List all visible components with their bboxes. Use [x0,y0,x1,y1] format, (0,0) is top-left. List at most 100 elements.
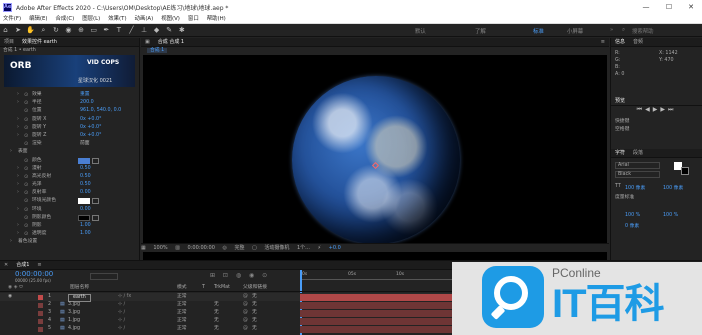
layer-duration-bar[interactable] [300,317,452,325]
layer-name[interactable]: 1.jpg [68,317,80,325]
pick-whip-icon[interactable]: @ [243,325,248,333]
stroke-color-swatch[interactable] [681,167,689,175]
menu-layer[interactable]: 图层(L) [82,15,100,24]
effect-row[interactable]: › ⊙ 透明度 1.00 [0,230,139,238]
menu-window[interactable]: 窗口 [188,15,199,24]
layer-parent[interactable]: 无 [252,325,257,333]
layer-trkmat[interactable]: 无 [214,301,219,309]
eraser-tool-icon[interactable]: ◆ [152,26,161,35]
effect-row[interactable]: ⊙ 位置 961.0, 540.0, 0.0 [0,107,139,115]
layer-duration-bar[interactable] [300,293,452,301]
effect-row[interactable]: › ⊙ 高光反射 0.50 [0,173,139,181]
more-workspaces-icon[interactable]: » [610,27,613,33]
menu-help[interactable]: 帮助(H) [207,15,226,24]
layer-switches-icon[interactable]: ⊹ ∕ fx [118,293,131,301]
minimize-icon[interactable]: — [635,2,657,13]
last-frame-icon[interactable]: ⏭ [668,106,676,113]
layer-duration-bar[interactable] [300,309,452,317]
font-style-select[interactable]: Black [615,171,660,178]
exposure-value[interactable]: +0.0 [329,244,341,253]
effect-row[interactable]: › ⊙ 旋转 X 0x +0.0° [0,116,139,124]
effect-row[interactable]: ⊙ 渲染 前面 [0,140,139,148]
zoom-tool-icon[interactable]: ⌕ [39,26,48,35]
puppet-tool-icon[interactable]: ✱ [177,26,186,35]
kerning-select[interactable]: 度量标准 [615,193,634,200]
pan-behind-tool-icon[interactable]: ⊕ [77,26,86,35]
tab-effect-controls[interactable]: 效果控件 earth [18,38,61,46]
tab-project[interactable]: 项目 [0,38,18,46]
workspace-standard[interactable]: 标准 [533,27,544,35]
effect-row[interactable]: › ⊙ 反射率 0.00 [0,189,139,197]
effect-row[interactable]: › ⊙ 半径 200.0 [0,99,139,107]
layer-mode[interactable]: 正常 [177,293,187,301]
effect-row[interactable]: › ⊙ 旋转 Y 0x +0.0° [0,124,139,132]
eyedropper-icon[interactable] [92,198,99,205]
visibility-icon[interactable]: ◉ [8,293,12,301]
grid-toggle-icon[interactable]: ▦ [141,244,146,253]
layer-mode[interactable]: 正常 [177,317,187,325]
menu-edit[interactable]: 编辑(E) [29,15,47,24]
effect-row[interactable]: ⊙ 阴影颜色 [0,214,139,222]
pick-whip-icon[interactable]: @ [243,293,248,301]
menu-animation[interactable]: 动画(A) [135,15,154,24]
search-help-input[interactable]: 搜索帮助 [632,27,654,35]
layer-parent[interactable]: 无 [252,301,257,309]
effect-row[interactable]: ⊙ 环境光颜色 [0,197,139,205]
layer-mode[interactable]: 正常 [177,301,187,309]
layer-trkmat[interactable]: 无 [214,317,219,325]
time-ruler[interactable]: 0s 05s 10s [300,271,452,280]
layer-parent[interactable]: 无 [252,309,257,317]
layer-row[interactable]: 5 ▤ 4.jpg ⊹ ∕ 正常 无 @ 无 [0,325,452,333]
label-color-swatch[interactable] [38,294,43,300]
layer-trkmat[interactable]: 无 [214,309,219,317]
font-select[interactable]: Arial [615,162,660,169]
pick-whip-icon[interactable]: @ [243,309,248,317]
font-size-value[interactable]: 100 像素 [625,184,645,191]
workspace-small-screen[interactable]: 小屏幕 [567,27,583,35]
view-layout-select[interactable]: 1个... [297,244,310,253]
menu-effect[interactable]: 效果(T) [108,15,126,24]
tab-comp-1-timeline[interactable]: 合成1 [12,261,33,269]
hand-tool-icon[interactable]: ✋ [26,26,35,35]
eyedropper-icon[interactable] [92,157,99,164]
effect-row[interactable]: › ⊙ 阴影 1.00 [0,222,139,230]
tab-info[interactable]: 信息 [611,38,629,46]
effect-row[interactable]: › ⊙ 旋转 Z 0x +0.0° [0,132,139,140]
rotate-tool-icon[interactable]: ↻ [51,26,60,35]
layer-row[interactable]: ◉ 1 earth ⊹ ∕ fx 正常 @ 无 [0,293,452,302]
layer-mode[interactable]: 正常 [177,309,187,317]
selection-tool-icon[interactable]: ➤ [14,26,23,35]
layer-switches-icon[interactable]: ⊹ ∕ [118,317,125,325]
label-color-swatch[interactable] [38,326,43,332]
timecode-display[interactable]: 0:00:00:00 [188,244,215,253]
rectangle-tool-icon[interactable]: ▭ [89,26,98,35]
type-tool-icon[interactable]: T [114,26,123,35]
layer-name[interactable]: 3.jpg [68,309,80,317]
workspace-learn[interactable]: 了解 [475,27,486,35]
camera-select[interactable]: 活动摄像机 [264,244,289,253]
effect-row[interactable]: › ⊙ 漫射 0.50 [0,165,139,173]
next-frame-icon[interactable]: ▶ [660,106,668,113]
layer-name[interactable]: 3.jpg [68,301,80,309]
home-icon[interactable]: ⌂ [1,26,10,35]
timeline-menu-icon[interactable]: ≡ [33,261,45,269]
color-swatch[interactable] [78,214,90,221]
first-frame-icon[interactable]: ⏮ [637,106,645,113]
prev-frame-icon[interactable]: ◀ [645,106,653,113]
horizontal-scale-value[interactable]: 100 % [663,213,678,218]
layer-row[interactable]: 3 ▤ 3.jpg ⊹ ∕ 正常 无 @ 无 [0,309,452,317]
effect-row[interactable]: ⊙ 颜色 [0,157,139,165]
pen-tool-icon[interactable]: ✒ [102,26,111,35]
close-tab-icon[interactable]: ✕ [0,261,12,269]
layer-mode[interactable]: 正常 [177,325,187,333]
brush-tool-icon[interactable]: ╱ [127,26,136,35]
layer-switches-icon[interactable]: ⊹ ∕ [118,309,125,317]
panel-menu-icon[interactable]: ≡ [597,38,609,46]
roto-tool-icon[interactable]: ✎ [165,26,174,35]
effect-group-row[interactable]: › 表面 [0,148,139,156]
transparency-grid-icon[interactable]: ▥ [175,244,180,253]
close-icon[interactable]: ✕ [680,2,702,13]
eyedropper-icon[interactable] [92,214,99,221]
layer-duration-bar[interactable] [300,325,452,333]
resolution-select[interactable]: 完整 [234,244,244,253]
